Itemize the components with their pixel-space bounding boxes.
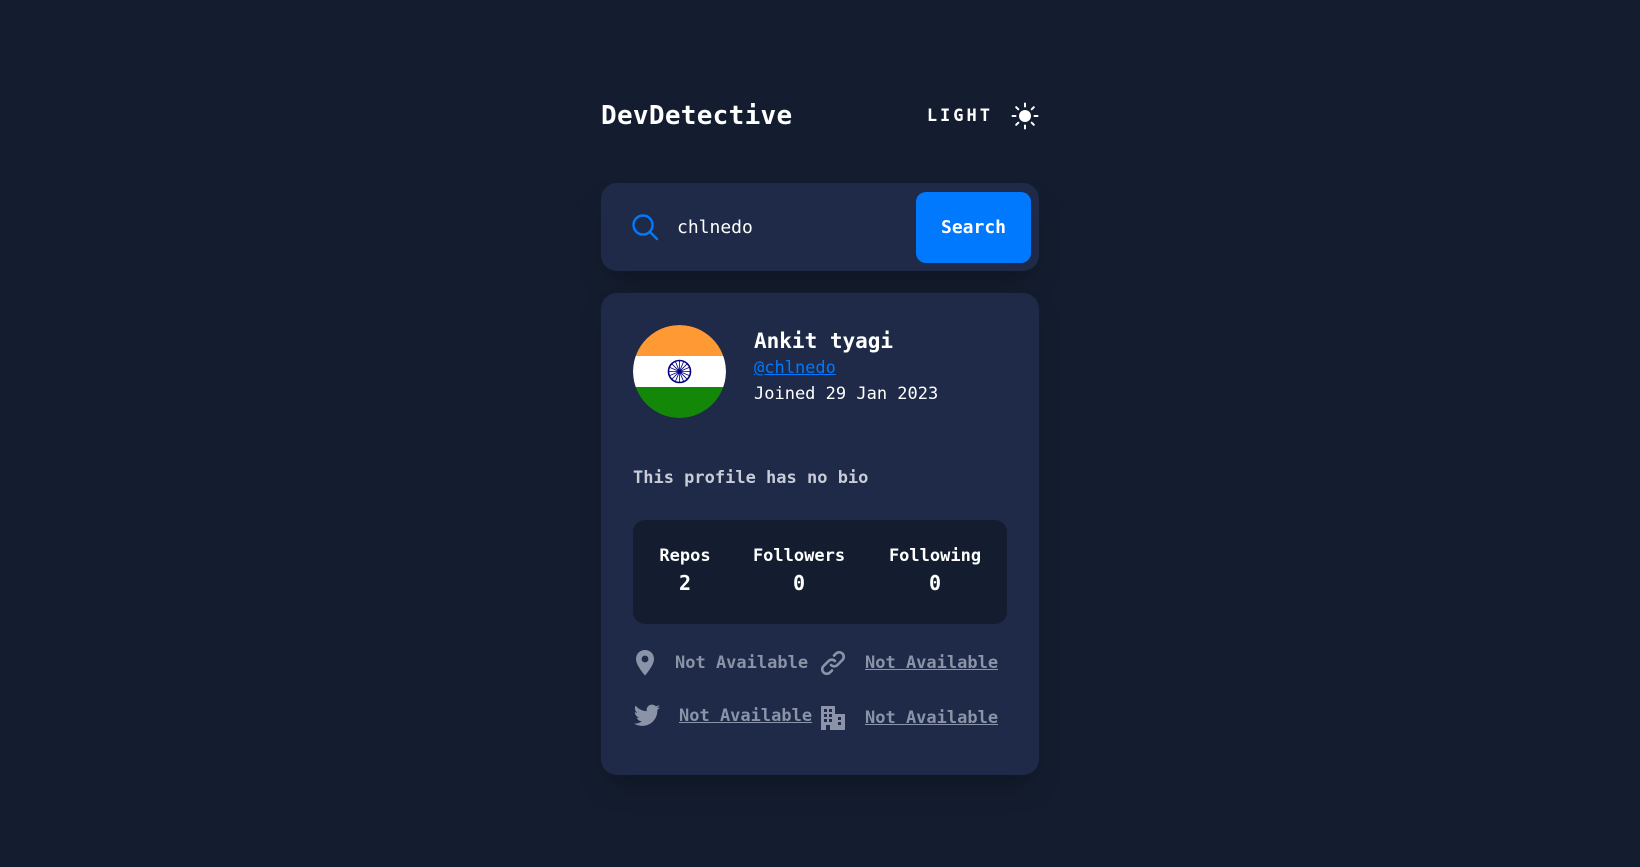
theme-label: LIGHT <box>926 106 993 126</box>
website-item[interactable]: Not Available <box>819 649 998 677</box>
profile-card: Ankit tyagi @chlnedo Joined 29 Jan 2023 … <box>601 293 1039 775</box>
stat-value: 2 <box>678 571 692 595</box>
website-link[interactable]: Not Available <box>865 653 998 673</box>
profile-name: Ankit tyagi <box>754 329 894 353</box>
company-link[interactable]: Not Available <box>865 708 998 728</box>
search-input[interactable] <box>675 215 916 239</box>
location-text: Not Available <box>675 653 809 673</box>
twitter-icon <box>633 704 660 726</box>
stat-followers: Followers 0 <box>749 544 849 598</box>
header: DevDetective LIGHT <box>601 90 1039 142</box>
stat-label: Repos <box>659 546 711 566</box>
search-button[interactable]: Search <box>916 191 1031 263</box>
stat-label: Followers <box>752 546 846 566</box>
twitter-link[interactable]: Not Available <box>679 706 812 726</box>
location-item: Not Available <box>633 649 808 677</box>
stat-repos: Repos 2 <box>657 544 713 598</box>
profile-links: Not Available Not Available Not Availabl… <box>633 624 1007 744</box>
stat-label: Following <box>888 546 982 566</box>
stat-value: 0 <box>792 571 806 595</box>
dev-detective-app: DevDetective LIGHT chlnedo Search Ankit … <box>601 90 1039 775</box>
profile-bio: This profile has no bio <box>633 468 869 488</box>
company-item[interactable]: Not Available <box>819 704 998 732</box>
profile-login-link[interactable]: @chlnedo <box>754 355 938 381</box>
theme-toggle[interactable]: LIGHT <box>927 102 1039 130</box>
twitter-item[interactable]: Not Available <box>633 704 812 728</box>
sun-icon <box>1011 102 1039 130</box>
profile-info: Ankit tyagi @chlnedo Joined 29 Jan 2023 <box>754 327 938 407</box>
search-icon <box>632 214 659 241</box>
location-pin-icon <box>636 650 654 676</box>
search-bar: Search <box>601 183 1039 271</box>
stat-value: 0 <box>928 571 942 595</box>
building-icon <box>821 706 845 730</box>
stats-panel: Repos 2 Followers 0 Following 0 <box>633 520 1007 624</box>
app-logo: DevDetective <box>601 101 793 131</box>
avatar <box>633 325 726 418</box>
link-icon <box>820 650 846 676</box>
joined-date: Joined 29 Jan 2023 <box>754 384 939 404</box>
stat-following: Following 0 <box>885 544 985 598</box>
profile-header: Ankit tyagi @chlnedo Joined 29 Jan 2023 <box>633 325 1007 418</box>
